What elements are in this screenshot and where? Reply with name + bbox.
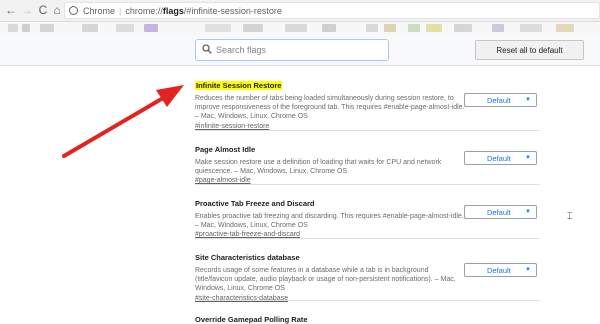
address-bar[interactable]: Chrome | chrome://flags/#infinite-session-…: [64, 2, 600, 19]
bookmark-item[interactable]: [243, 24, 263, 32]
divider: [195, 238, 540, 239]
search-box[interactable]: [195, 39, 389, 61]
flag-site-characteristics-database: Site Characteristics database Records us…: [195, 247, 465, 303]
bookmark-item[interactable]: [144, 24, 158, 32]
url-path-bold: flags: [162, 6, 184, 16]
bookmark-item[interactable]: [8, 24, 18, 32]
reload-icon[interactable]: C: [36, 3, 50, 17]
bookmark-item[interactable]: [322, 24, 336, 32]
flag-select-site-characteristics-database[interactable]: Default ▼: [464, 263, 537, 277]
flag-title: Page Almost Idle: [195, 145, 256, 154]
flag-title: Infinite Session Restore: [195, 81, 283, 90]
flag-select-page-almost-idle[interactable]: Default ▼: [464, 151, 537, 165]
bookmarks-bar: [0, 22, 600, 34]
bookmark-item[interactable]: [366, 24, 378, 32]
flag-override-gamepad-polling-rate: Override Gamepad Polling Rate: [195, 309, 465, 324]
home-icon[interactable]: ⌂: [50, 3, 64, 17]
bookmark-item[interactable]: [285, 24, 307, 32]
text-cursor-icon: ⌶: [567, 211, 573, 221]
flag-infinite-session-restore: Infinite Session Restore Reduces the num…: [195, 75, 465, 131]
bookmark-item[interactable]: [408, 24, 420, 32]
bookmark-item[interactable]: [82, 24, 98, 32]
bookmark-item[interactable]: [426, 24, 442, 32]
flag-proactive-tab-freeze: Proactive Tab Freeze and Discard Enables…: [195, 193, 465, 240]
address-text[interactable]: Chrome | chrome://flags/#infinite-session-…: [83, 5, 282, 17]
flag-page-almost-idle: Page Almost Idle Make session restore us…: [195, 139, 465, 186]
flag-description: Enables proactive tab freezing and disca…: [195, 213, 464, 230]
flag-description: Reduces the number of tabs being loaded …: [195, 95, 465, 121]
divider: [195, 130, 540, 131]
secure-label: Chrome: [83, 6, 116, 16]
bookmark-item[interactable]: [22, 24, 30, 32]
flag-title: Site Characteristics database: [195, 253, 300, 262]
flag-title: Proactive Tab Freeze and Discard: [195, 199, 315, 208]
bookmark-item[interactable]: [384, 24, 396, 32]
chevron-down-icon: ▼: [525, 267, 531, 273]
bookmark-item[interactable]: [454, 24, 472, 32]
flag-description: Records usage of some features in a data…: [195, 267, 456, 293]
forward-arrow-icon[interactable]: →: [20, 3, 34, 17]
reset-all-button[interactable]: Reset all to default: [475, 40, 584, 60]
flag-select-proactive-tab-freeze[interactable]: Default ▼: [464, 205, 537, 219]
select-value: Default: [487, 154, 511, 163]
flag-description: Make session restore use a definition of…: [195, 159, 442, 176]
select-value: Default: [487, 96, 511, 105]
divider: [195, 184, 540, 185]
chevron-down-icon: ▼: [525, 97, 531, 103]
bookmark-item[interactable]: [556, 24, 574, 32]
browser-toolbar: ← → C ⌂ Chrome | chrome://flags/#infinite-…: [0, 0, 600, 22]
flags-header: Reset all to default: [0, 34, 600, 66]
back-arrow-icon[interactable]: ←: [4, 3, 18, 17]
url-rest: /#infinite-session-restore: [183, 6, 282, 16]
flag-select-infinite-session-restore[interactable]: Default ▼: [464, 93, 537, 107]
search-input[interactable]: [216, 43, 384, 57]
bookmark-item[interactable]: [205, 24, 231, 32]
bookmark-item[interactable]: [116, 24, 134, 32]
flags-list: Infinite Session Restore Reduces the num…: [170, 66, 560, 324]
select-value: Default: [487, 208, 511, 217]
chrome-info-icon[interactable]: [69, 6, 78, 15]
bookmark-item[interactable]: [40, 24, 54, 32]
select-value: Default: [487, 266, 511, 275]
chevron-down-icon: ▼: [525, 155, 531, 161]
flag-link[interactable]: #site-characteristics-database: [195, 294, 465, 303]
bookmark-item[interactable]: [520, 24, 542, 32]
chevron-down-icon: ▼: [525, 209, 531, 215]
url-host: chrome://: [125, 6, 163, 16]
divider: [195, 300, 540, 301]
bookmark-item[interactable]: [492, 24, 504, 32]
flag-title: Override Gamepad Polling Rate: [195, 315, 308, 324]
search-icon: [202, 44, 212, 54]
